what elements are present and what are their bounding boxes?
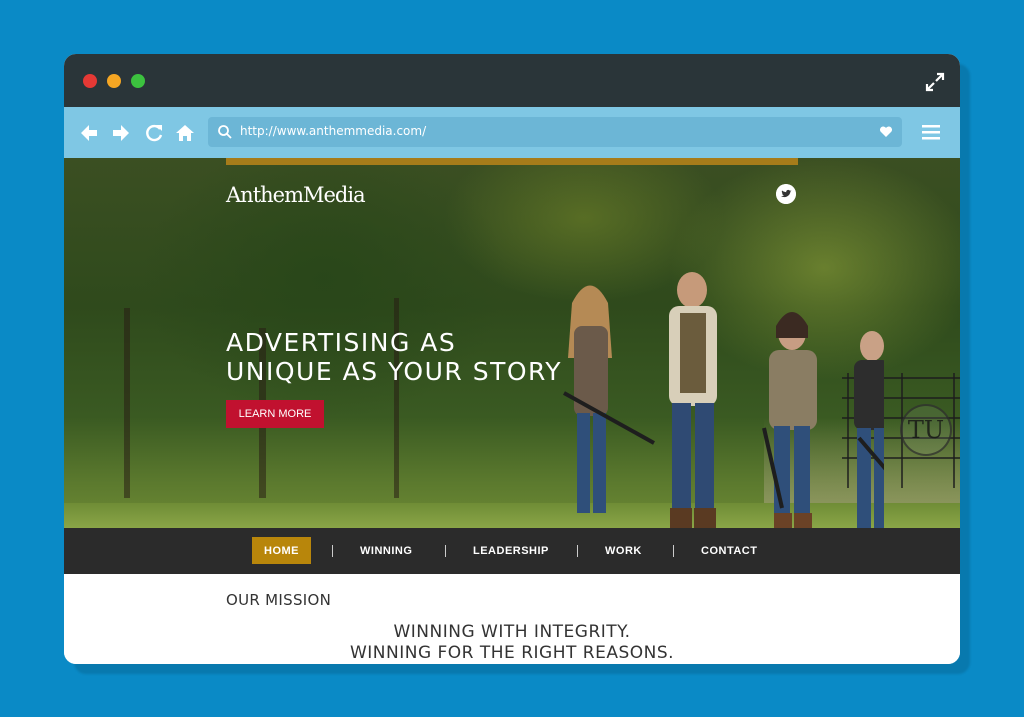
main-navigation: HOME WINNING LEADERSHIP WORK CONTACT [64, 528, 960, 574]
reload-icon[interactable] [143, 122, 165, 144]
twitter-icon[interactable] [776, 184, 796, 204]
hero-headline-line1: ADVERTISING AS [226, 328, 457, 357]
learn-more-button[interactable]: LEARN MORE [226, 400, 324, 428]
hero-section: AnthemMedia ADVERTISING AS UNIQUE AS YOU… [64, 158, 960, 528]
maximize-window-button[interactable] [131, 74, 145, 88]
search-icon [218, 125, 232, 139]
brand-seal-icon: TU [900, 404, 952, 456]
mission-line-2: WINNING FOR THE RIGHT REASONS. [349, 643, 675, 663]
url-text[interactable]: http://www.anthemmedia.com/ [240, 124, 426, 138]
tree-trunk [124, 308, 130, 498]
nav-item-home[interactable]: HOME [252, 537, 311, 564]
nav-divider [445, 545, 446, 557]
menu-icon[interactable] [922, 123, 940, 141]
forward-icon[interactable] [110, 122, 132, 144]
mission-title: OUR MISSION [226, 591, 332, 609]
address-bar[interactable]: http://www.anthemmedia.com/ [208, 117, 902, 147]
nav-item-winning[interactable]: WINNING [348, 537, 424, 564]
home-icon[interactable] [174, 122, 196, 144]
minimize-window-button[interactable] [107, 74, 121, 88]
hero-accent-bar [226, 158, 798, 165]
mission-line-1: WINNING WITH INTEGRITY. [393, 622, 631, 642]
back-icon[interactable] [78, 122, 100, 144]
hero-headline: ADVERTISING AS UNIQUE AS YOUR STORY [226, 328, 562, 386]
nav-divider [577, 545, 578, 557]
site-logo[interactable]: AnthemMedia [226, 183, 366, 207]
nav-item-leadership[interactable]: LEADERSHIP [461, 537, 561, 564]
family-photo [563, 272, 884, 528]
nav-item-contact[interactable]: CONTACT [689, 537, 769, 564]
expand-icon[interactable] [924, 71, 946, 93]
nav-item-work[interactable]: WORK [593, 537, 654, 564]
mission-section: OUR MISSION WINNING WITH INTEGRITY. WINN… [64, 574, 960, 664]
heart-icon[interactable] [879, 125, 893, 139]
nav-divider [673, 545, 674, 557]
page-viewport: AnthemMedia ADVERTISING AS UNIQUE AS YOU… [64, 158, 960, 664]
close-window-button[interactable] [83, 74, 97, 88]
browser-titlebar [64, 54, 960, 107]
nav-divider [332, 545, 333, 557]
hero-headline-line2: UNIQUE AS YOUR STORY [226, 357, 563, 386]
browser-toolbar: http://www.anthemmedia.com/ [64, 107, 960, 158]
browser-window: http://www.anthemmedia.com/ AnthemMedia … [64, 54, 960, 664]
